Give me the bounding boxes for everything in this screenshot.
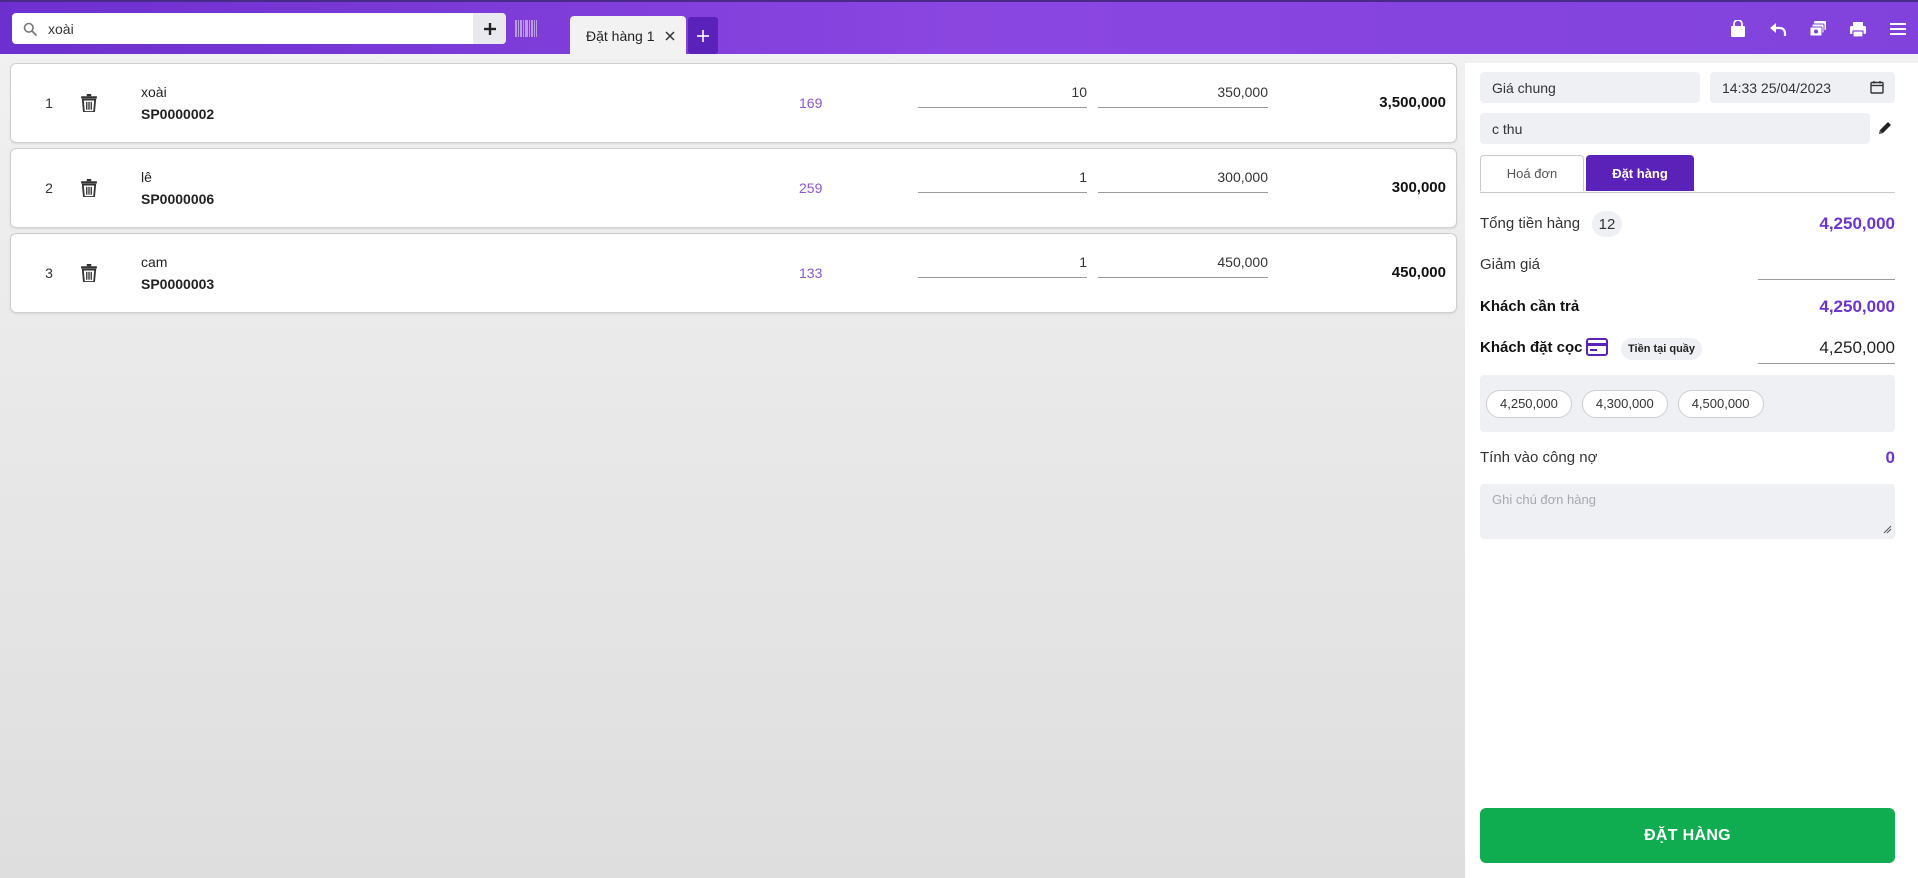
unit-price-input[interactable] [1098, 161, 1268, 193]
trash-icon[interactable] [81, 179, 97, 197]
row-index: 2 [45, 180, 53, 196]
print-icon[interactable] [1838, 18, 1878, 40]
resize-handle-icon[interactable] [1883, 525, 1892, 534]
payable-value: 4,250,000 [1819, 297, 1895, 316]
stock-count[interactable]: 259 [799, 180, 822, 196]
search-icon [12, 22, 48, 36]
product-code: SP0000006 [141, 191, 215, 207]
debt-label: Tính vào công nợ [1480, 449, 1598, 466]
order-note-input[interactable] [1480, 484, 1895, 539]
product-code: SP0000002 [141, 106, 215, 122]
row-index: 3 [45, 265, 53, 281]
unit-price-input[interactable] [1098, 76, 1268, 108]
quantity-input[interactable] [918, 161, 1087, 193]
plus-icon [697, 29, 709, 42]
line-total: 450,000 [1391, 264, 1446, 281]
price-list-select[interactable] [1480, 72, 1700, 103]
shopping-bag-icon[interactable] [1718, 18, 1758, 40]
subtotal-value: 4,250,000 [1819, 214, 1895, 233]
tab-order[interactable]: Đặt hàng [1586, 155, 1694, 191]
product-code: SP0000003 [141, 276, 215, 292]
tab-invoice[interactable]: Hoá đơn [1480, 155, 1584, 191]
deposit-input[interactable] [1758, 333, 1895, 364]
barcode-icon[interactable] [515, 20, 537, 37]
quantity-input[interactable] [918, 76, 1087, 108]
add-product-button[interactable] [473, 13, 506, 44]
product-name: cam [141, 254, 168, 270]
quick-amount-chip[interactable]: 4,250,000 [1486, 389, 1572, 418]
product-search [12, 13, 506, 44]
close-tab-button[interactable] [664, 31, 675, 41]
trash-icon[interactable] [81, 264, 97, 282]
subtotal-label: Tổng tiền hàng [1480, 215, 1581, 232]
quick-amount-chip[interactable]: 4,300,000 [1581, 389, 1668, 418]
mode-tabs: Hoá đơn Đặt hàng [1480, 155, 1895, 193]
stock-count[interactable]: 169 [799, 95, 822, 111]
credit-card-icon[interactable] [1586, 338, 1608, 356]
trash-icon[interactable] [81, 94, 97, 112]
search-input[interactable] [48, 13, 473, 44]
discount-input[interactable] [1758, 252, 1895, 280]
customer-input[interactable] [1480, 113, 1870, 144]
line-total: 300,000 [1391, 179, 1446, 196]
line-total: 3,500,000 [1379, 94, 1446, 111]
table-row: 2 lê SP0000006 259 300,000 [10, 148, 1457, 228]
discount-label: Giảm giá [1480, 256, 1541, 273]
payable-label: Khách cần trả [1480, 298, 1580, 315]
order-datetime: 14:33 25/04/2023 [1722, 79, 1831, 96]
debt-value: 0 [1885, 448, 1895, 467]
item-count-badge: 12 [1592, 211, 1622, 237]
menu-icon[interactable] [1878, 18, 1918, 40]
payable-row: Khách cần trả 4,250,000 [1480, 294, 1895, 320]
calendar-icon [1870, 81, 1884, 94]
order-datetime-field[interactable]: 14:33 25/04/2023 [1710, 72, 1895, 103]
add-tab-button[interactable] [688, 17, 718, 54]
order-summary-panel: 14:33 25/04/2023 Hoá đơn Đặt hàng Tổng t… [1465, 63, 1918, 878]
table-row: 1 xoài SP0000002 169 3,500,000 [10, 63, 1457, 143]
quick-amount-chip[interactable]: 4,500,000 [1677, 389, 1764, 418]
payment-method-badge[interactable]: Tiền tại quầy [1621, 338, 1703, 360]
stock-count[interactable]: 133 [799, 265, 822, 281]
product-name: lê [141, 169, 152, 185]
order-items: 1 xoài SP0000002 169 3,500,000 2 lê SP00… [10, 63, 1457, 318]
deposit-row: Khách đặt cọc Tiền tại quầy [1480, 333, 1895, 364]
top-bar: Đặt hàng 1 [0, 0, 1918, 56]
quick-amounts: 4,250,000 4,300,000 4,500,000 [1480, 375, 1895, 432]
debt-row: Tính vào công nợ 0 [1480, 445, 1895, 471]
unit-price-input[interactable] [1098, 246, 1268, 278]
row-index: 1 [45, 95, 53, 111]
deposit-label: Khách đặt cọc [1480, 339, 1583, 356]
close-icon [664, 31, 675, 41]
plus-icon [483, 22, 496, 35]
table-row: 3 cam SP0000003 133 450,000 [10, 233, 1457, 313]
place-order-button[interactable]: ĐẶT HÀNG [1480, 808, 1895, 863]
tab-order-1[interactable]: Đặt hàng 1 [570, 16, 686, 56]
discount-row: Giảm giá [1480, 252, 1895, 280]
tab-label: Đặt hàng 1 [586, 28, 655, 44]
quantity-input[interactable] [918, 246, 1087, 278]
toolbar-icons [1718, 18, 1918, 40]
edit-pencil-icon[interactable] [1877, 120, 1893, 136]
undo-icon[interactable] [1758, 18, 1798, 40]
product-name: xoài [141, 84, 167, 100]
cash-register-icon[interactable] [1798, 18, 1838, 40]
subtotal-row: Tổng tiền hàng 12 4,250,000 [1480, 211, 1895, 237]
